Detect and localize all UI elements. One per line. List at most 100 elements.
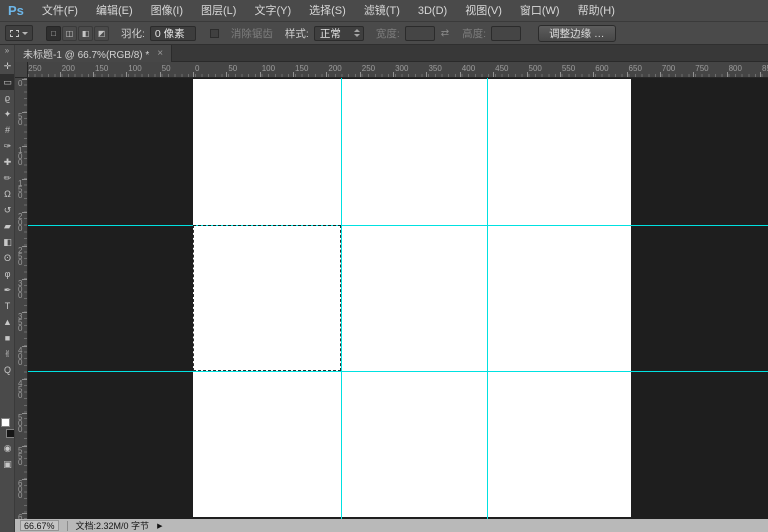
tool-preset-dropdown[interactable] xyxy=(5,25,33,41)
tick-label: 3 0 0 xyxy=(18,281,22,299)
menu-item-view[interactable]: 视图(V) xyxy=(456,0,511,22)
horizontal-ruler[interactable]: 3002502001501005005010015020025030035040… xyxy=(28,62,768,78)
canvas-area[interactable] xyxy=(28,78,768,519)
feather-input[interactable]: 0 像素 xyxy=(150,26,196,41)
tick-label: 200 xyxy=(328,64,341,73)
tick-label: 4 0 0 xyxy=(18,348,22,366)
tick-label: 550 xyxy=(562,64,575,73)
tick-label: 300 xyxy=(395,64,408,73)
refine-edge-button[interactable]: 调整边缘 … xyxy=(538,25,615,42)
zoom-level-field[interactable]: 66.67% xyxy=(20,520,59,531)
tool-list: ✛▭ϱ✦#✑✚✏Ω↺▰◧ʘφ✒T▲■✌Q xyxy=(0,58,14,378)
add-to-selection-button[interactable]: ◫ xyxy=(62,26,77,41)
ruler-h-tick: 200 xyxy=(326,62,356,78)
menu-item-help[interactable]: 帮助(H) xyxy=(569,0,624,22)
eraser-tool[interactable]: ▰ xyxy=(0,218,15,234)
quick-selection-tool[interactable]: ✦ xyxy=(0,106,15,122)
width-label: 宽度: xyxy=(376,26,400,41)
path-selection-tool[interactable]: ▲ xyxy=(0,314,15,330)
rectangular-marquee-tool[interactable]: ▭ xyxy=(0,74,15,90)
document-tab[interactable]: 未标题-1 @ 66.7%(RGB/8) * × xyxy=(15,45,172,62)
tick-label: 600 xyxy=(595,64,608,73)
menu-item-layer[interactable]: 图层(L) xyxy=(192,0,245,22)
height-input[interactable] xyxy=(491,26,521,41)
blur-tool[interactable]: ʘ xyxy=(0,250,15,266)
crop-tool[interactable]: # xyxy=(0,122,15,138)
new-selection-button[interactable]: □ xyxy=(46,26,61,41)
guide-vertical xyxy=(341,78,342,519)
move-tool[interactable]: ✛ xyxy=(0,58,15,74)
rectangular-marquee-icon xyxy=(10,30,19,37)
foreground-color-swatch[interactable] xyxy=(1,418,10,427)
intersect-selection-button[interactable]: ◩ xyxy=(94,26,109,41)
ruler-v-tick: 5 5 0 xyxy=(15,446,28,474)
ruler-v-tick: 4 0 0 xyxy=(15,346,28,374)
menu-item-file[interactable]: 文件(F) xyxy=(33,0,87,22)
tick-label: 500 xyxy=(529,64,542,73)
ruler-h-tick: 250 xyxy=(28,62,56,78)
menu-item-filter[interactable]: 滤镜(T) xyxy=(355,0,409,22)
guide-vertical xyxy=(487,78,488,519)
clone-stamp-tool[interactable]: Ω xyxy=(0,186,15,202)
antialias-checkbox[interactable] xyxy=(210,29,219,38)
rectangle-tool[interactable]: ■ xyxy=(0,330,15,346)
ruler-h-tick: 700 xyxy=(660,62,690,78)
menu-item-image[interactable]: 图像(I) xyxy=(142,0,192,22)
hand-tool[interactable]: ✌ xyxy=(0,346,15,362)
menu-item-select[interactable]: 选择(S) xyxy=(300,0,355,22)
tick-label: 750 xyxy=(695,64,708,73)
ruler-v-tick: 1 5 0 xyxy=(15,179,28,207)
ruler-h-tick: 500 xyxy=(527,62,557,78)
background-color-swatch[interactable] xyxy=(6,429,15,438)
history-brush-tool[interactable]: ↺ xyxy=(0,202,15,218)
ruler-h-tick: 850 xyxy=(760,62,768,78)
ruler-h-tick: 50 xyxy=(226,62,256,78)
tick-label: 850 xyxy=(762,64,768,73)
type-tool[interactable]: T xyxy=(0,298,15,314)
tick-label: 2 0 0 xyxy=(18,214,22,232)
selection-combine-group: □◫◧◩ xyxy=(46,26,109,41)
tick-label: 6 0 0 xyxy=(18,481,22,499)
screen-mode-button[interactable]: ▣ xyxy=(0,456,15,472)
ruler-v-tick: 2 0 0 xyxy=(15,212,28,240)
eyedropper-tool[interactable]: ✑ xyxy=(0,138,15,154)
spot-healing-brush-tool[interactable]: ✚ xyxy=(0,154,15,170)
style-select[interactable]: 正常 xyxy=(314,26,364,41)
menu-bar: Ps 文件(F)编辑(E)图像(I)图层(L)文字(Y)选择(S)滤镜(T)3D… xyxy=(0,0,768,22)
status-menu-arrow[interactable]: ▶ xyxy=(157,522,162,530)
tick-label: 200 xyxy=(62,64,75,73)
lasso-tool[interactable]: ϱ xyxy=(0,90,15,106)
quick-mask-button[interactable]: ◉ xyxy=(0,440,15,456)
menu-item-3d[interactable]: 3D(D) xyxy=(409,0,456,22)
menu-item-type[interactable]: 文字(Y) xyxy=(245,0,300,22)
dodge-tool[interactable]: φ xyxy=(0,266,15,282)
selection-marquee xyxy=(193,225,341,371)
status-bar: 66.67% 文档:2.32M/0 字节 ▶ xyxy=(15,519,768,532)
zoom-tool[interactable]: Q xyxy=(0,362,15,378)
tool-bar: » ✛▭ϱ✦#✑✚✏Ω↺▰◧ʘφ✒T▲■✌Q ◉ ▣ xyxy=(0,45,15,532)
pen-tool[interactable]: ✒ xyxy=(0,282,15,298)
menu-item-window[interactable]: 窗口(W) xyxy=(511,0,569,22)
ruler-h-tick: 750 xyxy=(693,62,723,78)
menu-item-edit[interactable]: 编辑(E) xyxy=(87,0,142,22)
swap-dimensions-icon[interactable]: ⇄ xyxy=(441,28,449,39)
document-tab-title: 未标题-1 @ 66.7%(RGB/8) * xyxy=(23,46,149,61)
close-icon[interactable]: × xyxy=(157,48,163,59)
tick-label: 0 xyxy=(18,81,22,87)
ruler-v-tick: 5 0 0 xyxy=(15,413,28,441)
style-value: 正常 xyxy=(320,26,341,41)
photoshop-window: Ps 文件(F)编辑(E)图像(I)图层(L)文字(Y)选择(S)滤镜(T)3D… xyxy=(0,0,768,532)
brush-tool[interactable]: ✏ xyxy=(0,170,15,186)
width-input[interactable] xyxy=(405,26,435,41)
tick-label: 250 xyxy=(28,64,41,73)
ruler-origin-corner[interactable] xyxy=(15,62,28,78)
color-swatches[interactable] xyxy=(0,418,15,440)
toolbar-collapse-button[interactable]: » xyxy=(0,45,14,58)
tick-label: 150 xyxy=(95,64,108,73)
vertical-ruler[interactable]: 05 01 0 01 5 02 0 02 5 03 0 03 5 04 0 04… xyxy=(15,78,28,519)
subtract-from-selection-button[interactable]: ◧ xyxy=(78,26,93,41)
gradient-tool[interactable]: ◧ xyxy=(0,234,15,250)
ruler-v-tick: 3 0 0 xyxy=(15,279,28,307)
ruler-v-tick: 6 0 0 xyxy=(15,479,28,507)
tick-label: 150 xyxy=(295,64,308,73)
